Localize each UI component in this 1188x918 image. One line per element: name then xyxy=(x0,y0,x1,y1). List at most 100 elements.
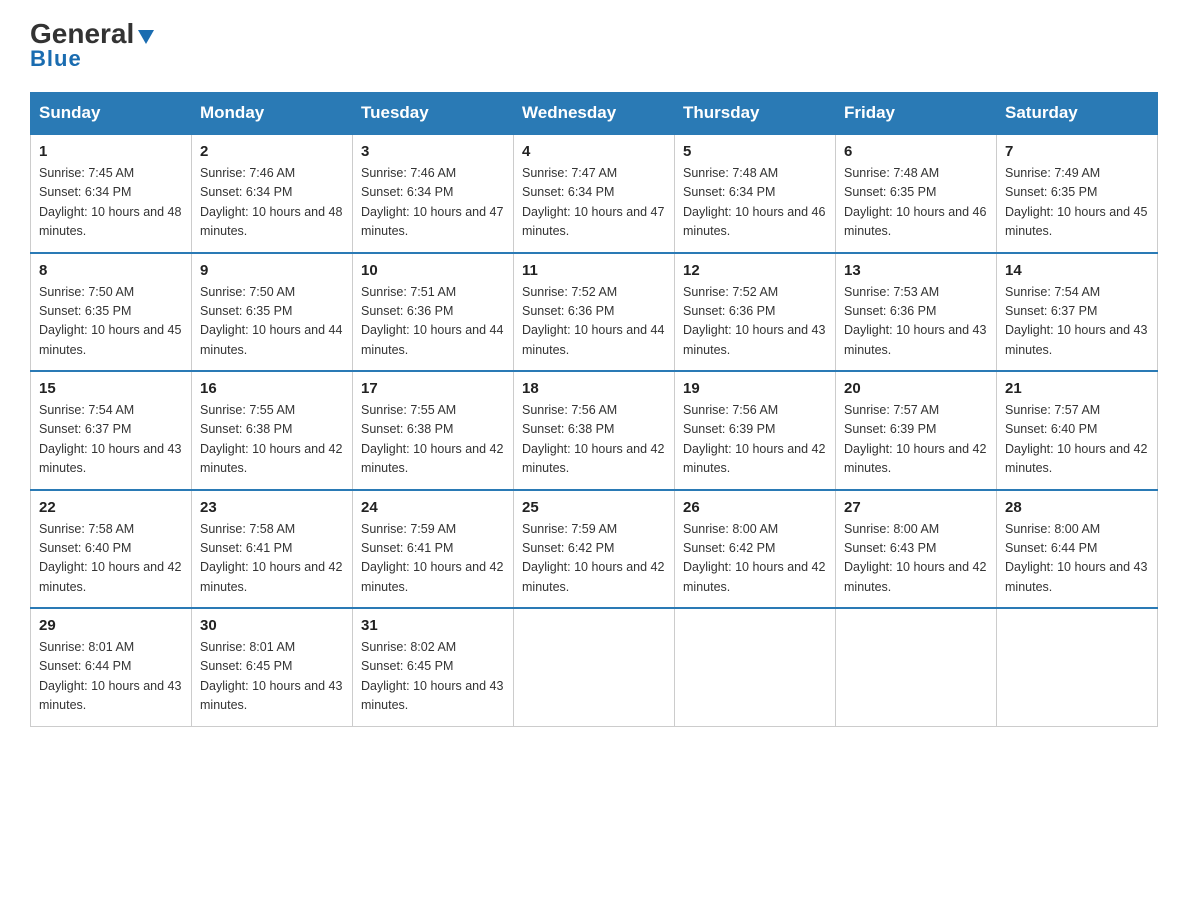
day-number: 27 xyxy=(844,499,988,516)
calendar-cell: 15 Sunrise: 7:54 AMSunset: 6:37 PMDayligh… xyxy=(31,371,192,490)
day-number: 17 xyxy=(361,380,505,397)
day-info: Sunrise: 7:52 AMSunset: 6:36 PMDaylight:… xyxy=(683,283,827,361)
calendar-cell: 2 Sunrise: 7:46 AMSunset: 6:34 PMDaylight… xyxy=(192,134,353,253)
calendar-cell: 7 Sunrise: 7:49 AMSunset: 6:35 PMDaylight… xyxy=(997,134,1158,253)
day-number: 2 xyxy=(200,143,344,160)
calendar-week-row: 22 Sunrise: 7:58 AMSunset: 6:40 PMDayligh… xyxy=(31,490,1158,609)
calendar-cell: 5 Sunrise: 7:48 AMSunset: 6:34 PMDaylight… xyxy=(675,134,836,253)
day-info: Sunrise: 7:59 AMSunset: 6:41 PMDaylight:… xyxy=(361,520,505,598)
col-header-thursday: Thursday xyxy=(675,93,836,135)
calendar-cell: 29 Sunrise: 8:01 AMSunset: 6:44 PMDayligh… xyxy=(31,608,192,726)
calendar-cell: 30Sunrise: 8:01 AMSunset: 6:45 PMDayligh… xyxy=(192,608,353,726)
day-number: 3 xyxy=(361,143,505,160)
day-number: 21 xyxy=(1005,380,1149,397)
calendar-cell: 11 Sunrise: 7:52 AMSunset: 6:36 PMDayligh… xyxy=(514,253,675,372)
day-number: 18 xyxy=(522,380,666,397)
day-info: Sunrise: 7:56 AMSunset: 6:39 PMDaylight:… xyxy=(683,401,827,479)
col-header-sunday: Sunday xyxy=(31,93,192,135)
day-number: 28 xyxy=(1005,499,1149,516)
day-info: Sunrise: 7:51 AMSunset: 6:36 PMDaylight:… xyxy=(361,283,505,361)
calendar-week-row: 15 Sunrise: 7:54 AMSunset: 6:37 PMDayligh… xyxy=(31,371,1158,490)
calendar-cell xyxy=(997,608,1158,726)
day-number: 13 xyxy=(844,262,988,279)
day-info: Sunrise: 7:52 AMSunset: 6:36 PMDaylight:… xyxy=(522,283,666,361)
day-info: Sunrise: 7:54 AMSunset: 6:37 PMDaylight:… xyxy=(39,401,183,479)
day-info: Sunrise: 8:01 AMSunset: 6:44 PMDaylight:… xyxy=(39,638,183,716)
day-number: 20 xyxy=(844,380,988,397)
calendar-cell: 25 Sunrise: 7:59 AMSunset: 6:42 PMDayligh… xyxy=(514,490,675,609)
day-number: 4 xyxy=(522,143,666,160)
calendar-cell: 10 Sunrise: 7:51 AMSunset: 6:36 PMDayligh… xyxy=(353,253,514,372)
calendar-week-row: 1 Sunrise: 7:45 AMSunset: 6:34 PMDaylight… xyxy=(31,134,1158,253)
day-info: Sunrise: 7:46 AMSunset: 6:34 PMDaylight:… xyxy=(361,164,505,242)
day-info: Sunrise: 7:48 AMSunset: 6:34 PMDaylight:… xyxy=(683,164,827,242)
day-info: Sunrise: 7:57 AMSunset: 6:39 PMDaylight:… xyxy=(844,401,988,479)
day-number: 22 xyxy=(39,499,183,516)
day-info: Sunrise: 7:59 AMSunset: 6:42 PMDaylight:… xyxy=(522,520,666,598)
day-info: Sunrise: 7:58 AMSunset: 6:40 PMDaylight:… xyxy=(39,520,183,598)
calendar-cell: 19 Sunrise: 7:56 AMSunset: 6:39 PMDayligh… xyxy=(675,371,836,490)
calendar-cell: 21 Sunrise: 7:57 AMSunset: 6:40 PMDayligh… xyxy=(997,371,1158,490)
calendar-table: SundayMondayTuesdayWednesdayThursdayFrid… xyxy=(30,92,1158,727)
day-info: Sunrise: 8:00 AMSunset: 6:42 PMDaylight:… xyxy=(683,520,827,598)
page-header: General Blue xyxy=(30,20,1158,72)
calendar-cell: 28 Sunrise: 8:00 AMSunset: 6:44 PMDayligh… xyxy=(997,490,1158,609)
calendar-header-row: SundayMondayTuesdayWednesdayThursdayFrid… xyxy=(31,93,1158,135)
calendar-cell xyxy=(836,608,997,726)
calendar-cell: 14 Sunrise: 7:54 AMSunset: 6:37 PMDayligh… xyxy=(997,253,1158,372)
calendar-cell: 17 Sunrise: 7:55 AMSunset: 6:38 PMDayligh… xyxy=(353,371,514,490)
day-number: 15 xyxy=(39,380,183,397)
day-number: 25 xyxy=(522,499,666,516)
calendar-cell: 1 Sunrise: 7:45 AMSunset: 6:34 PMDaylight… xyxy=(31,134,192,253)
calendar-cell: 13 Sunrise: 7:53 AMSunset: 6:36 PMDayligh… xyxy=(836,253,997,372)
day-number: 31 xyxy=(361,617,505,634)
day-info: Sunrise: 8:00 AMSunset: 6:44 PMDaylight:… xyxy=(1005,520,1149,598)
col-header-monday: Monday xyxy=(192,93,353,135)
day-info: Sunrise: 7:45 AMSunset: 6:34 PMDaylight:… xyxy=(39,164,183,242)
logo: General Blue xyxy=(30,20,156,72)
day-number: 6 xyxy=(844,143,988,160)
day-number: 24 xyxy=(361,499,505,516)
day-info: Sunrise: 7:55 AMSunset: 6:38 PMDaylight:… xyxy=(200,401,344,479)
calendar-cell: 12 Sunrise: 7:52 AMSunset: 6:36 PMDayligh… xyxy=(675,253,836,372)
calendar-cell: 4Sunrise: 7:47 AMSunset: 6:34 PMDaylight… xyxy=(514,134,675,253)
day-info: Sunrise: 7:46 AMSunset: 6:34 PMDaylight:… xyxy=(200,164,344,242)
col-header-friday: Friday xyxy=(836,93,997,135)
calendar-cell xyxy=(514,608,675,726)
day-number: 29 xyxy=(39,617,183,634)
calendar-cell: 18 Sunrise: 7:56 AMSunset: 6:38 PMDayligh… xyxy=(514,371,675,490)
col-header-saturday: Saturday xyxy=(997,93,1158,135)
day-number: 8 xyxy=(39,262,183,279)
day-number: 11 xyxy=(522,262,666,279)
calendar-cell: 23Sunrise: 7:58 AMSunset: 6:41 PMDayligh… xyxy=(192,490,353,609)
calendar-cell: 9Sunrise: 7:50 AMSunset: 6:35 PMDaylight… xyxy=(192,253,353,372)
calendar-body: 1 Sunrise: 7:45 AMSunset: 6:34 PMDaylight… xyxy=(31,134,1158,726)
day-info: Sunrise: 7:48 AMSunset: 6:35 PMDaylight:… xyxy=(844,164,988,242)
day-number: 1 xyxy=(39,143,183,160)
day-info: Sunrise: 7:54 AMSunset: 6:37 PMDaylight:… xyxy=(1005,283,1149,361)
day-info: Sunrise: 7:57 AMSunset: 6:40 PMDaylight:… xyxy=(1005,401,1149,479)
day-number: 30 xyxy=(200,617,344,634)
calendar-cell: 22 Sunrise: 7:58 AMSunset: 6:40 PMDayligh… xyxy=(31,490,192,609)
calendar-cell: 27Sunrise: 8:00 AMSunset: 6:43 PMDayligh… xyxy=(836,490,997,609)
day-number: 16 xyxy=(200,380,344,397)
logo-blue: Blue xyxy=(30,46,82,72)
day-info: Sunrise: 7:49 AMSunset: 6:35 PMDaylight:… xyxy=(1005,164,1149,242)
day-number: 12 xyxy=(683,262,827,279)
day-info: Sunrise: 7:50 AMSunset: 6:35 PMDaylight:… xyxy=(200,283,344,361)
calendar-week-row: 29 Sunrise: 8:01 AMSunset: 6:44 PMDayligh… xyxy=(31,608,1158,726)
day-info: Sunrise: 7:53 AMSunset: 6:36 PMDaylight:… xyxy=(844,283,988,361)
calendar-cell: 20 Sunrise: 7:57 AMSunset: 6:39 PMDayligh… xyxy=(836,371,997,490)
calendar-cell: 31Sunrise: 8:02 AMSunset: 6:45 PMDayligh… xyxy=(353,608,514,726)
day-info: Sunrise: 7:56 AMSunset: 6:38 PMDaylight:… xyxy=(522,401,666,479)
day-number: 19 xyxy=(683,380,827,397)
day-info: Sunrise: 7:55 AMSunset: 6:38 PMDaylight:… xyxy=(361,401,505,479)
day-number: 14 xyxy=(1005,262,1149,279)
day-number: 5 xyxy=(683,143,827,160)
day-number: 10 xyxy=(361,262,505,279)
day-info: Sunrise: 7:58 AMSunset: 6:41 PMDaylight:… xyxy=(200,520,344,598)
day-number: 26 xyxy=(683,499,827,516)
calendar-cell: 26 Sunrise: 8:00 AMSunset: 6:42 PMDayligh… xyxy=(675,490,836,609)
day-number: 7 xyxy=(1005,143,1149,160)
calendar-week-row: 8 Sunrise: 7:50 AMSunset: 6:35 PMDaylight… xyxy=(31,253,1158,372)
